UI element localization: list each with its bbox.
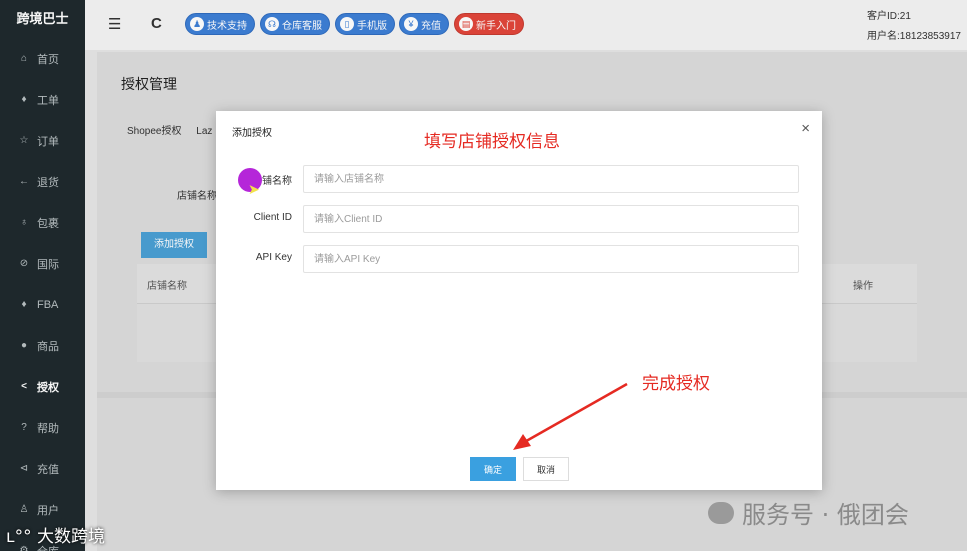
client-id-input[interactable] (303, 205, 799, 233)
watermark-left-text: 大数跨境 (37, 527, 106, 547)
confirm-button[interactable]: 确定 (470, 457, 516, 481)
api-key-input[interactable] (303, 245, 799, 273)
mouse-pointer-icon: ➤ (248, 181, 260, 197)
close-icon[interactable]: × (801, 120, 810, 137)
annotation-arrow (513, 382, 628, 450)
watermark-right-text: 服务号 · 俄团会 (742, 501, 909, 529)
cancel-button[interactable]: 取消 (523, 457, 569, 481)
watermark-left: ʟ°° 大数跨境 (6, 522, 105, 547)
logo-icon: ʟ°° (6, 527, 32, 547)
dialog-title: 添加授权 (232, 128, 272, 139)
annotation-complete: 完成授权 (642, 374, 710, 394)
api-key-label: API Key (255, 252, 292, 263)
watermark-right: 服务号 · 俄团会 (708, 495, 909, 530)
wechat-icon (708, 501, 734, 524)
store-name-input[interactable] (303, 165, 799, 193)
store-name-row: 店铺名称 (216, 165, 822, 193)
annotation-fill-info: 填写店铺授权信息 (424, 132, 560, 152)
client-id-label: Client ID (253, 212, 292, 223)
client-id-row: Client ID (216, 205, 822, 233)
api-key-row: API Key (216, 245, 822, 273)
